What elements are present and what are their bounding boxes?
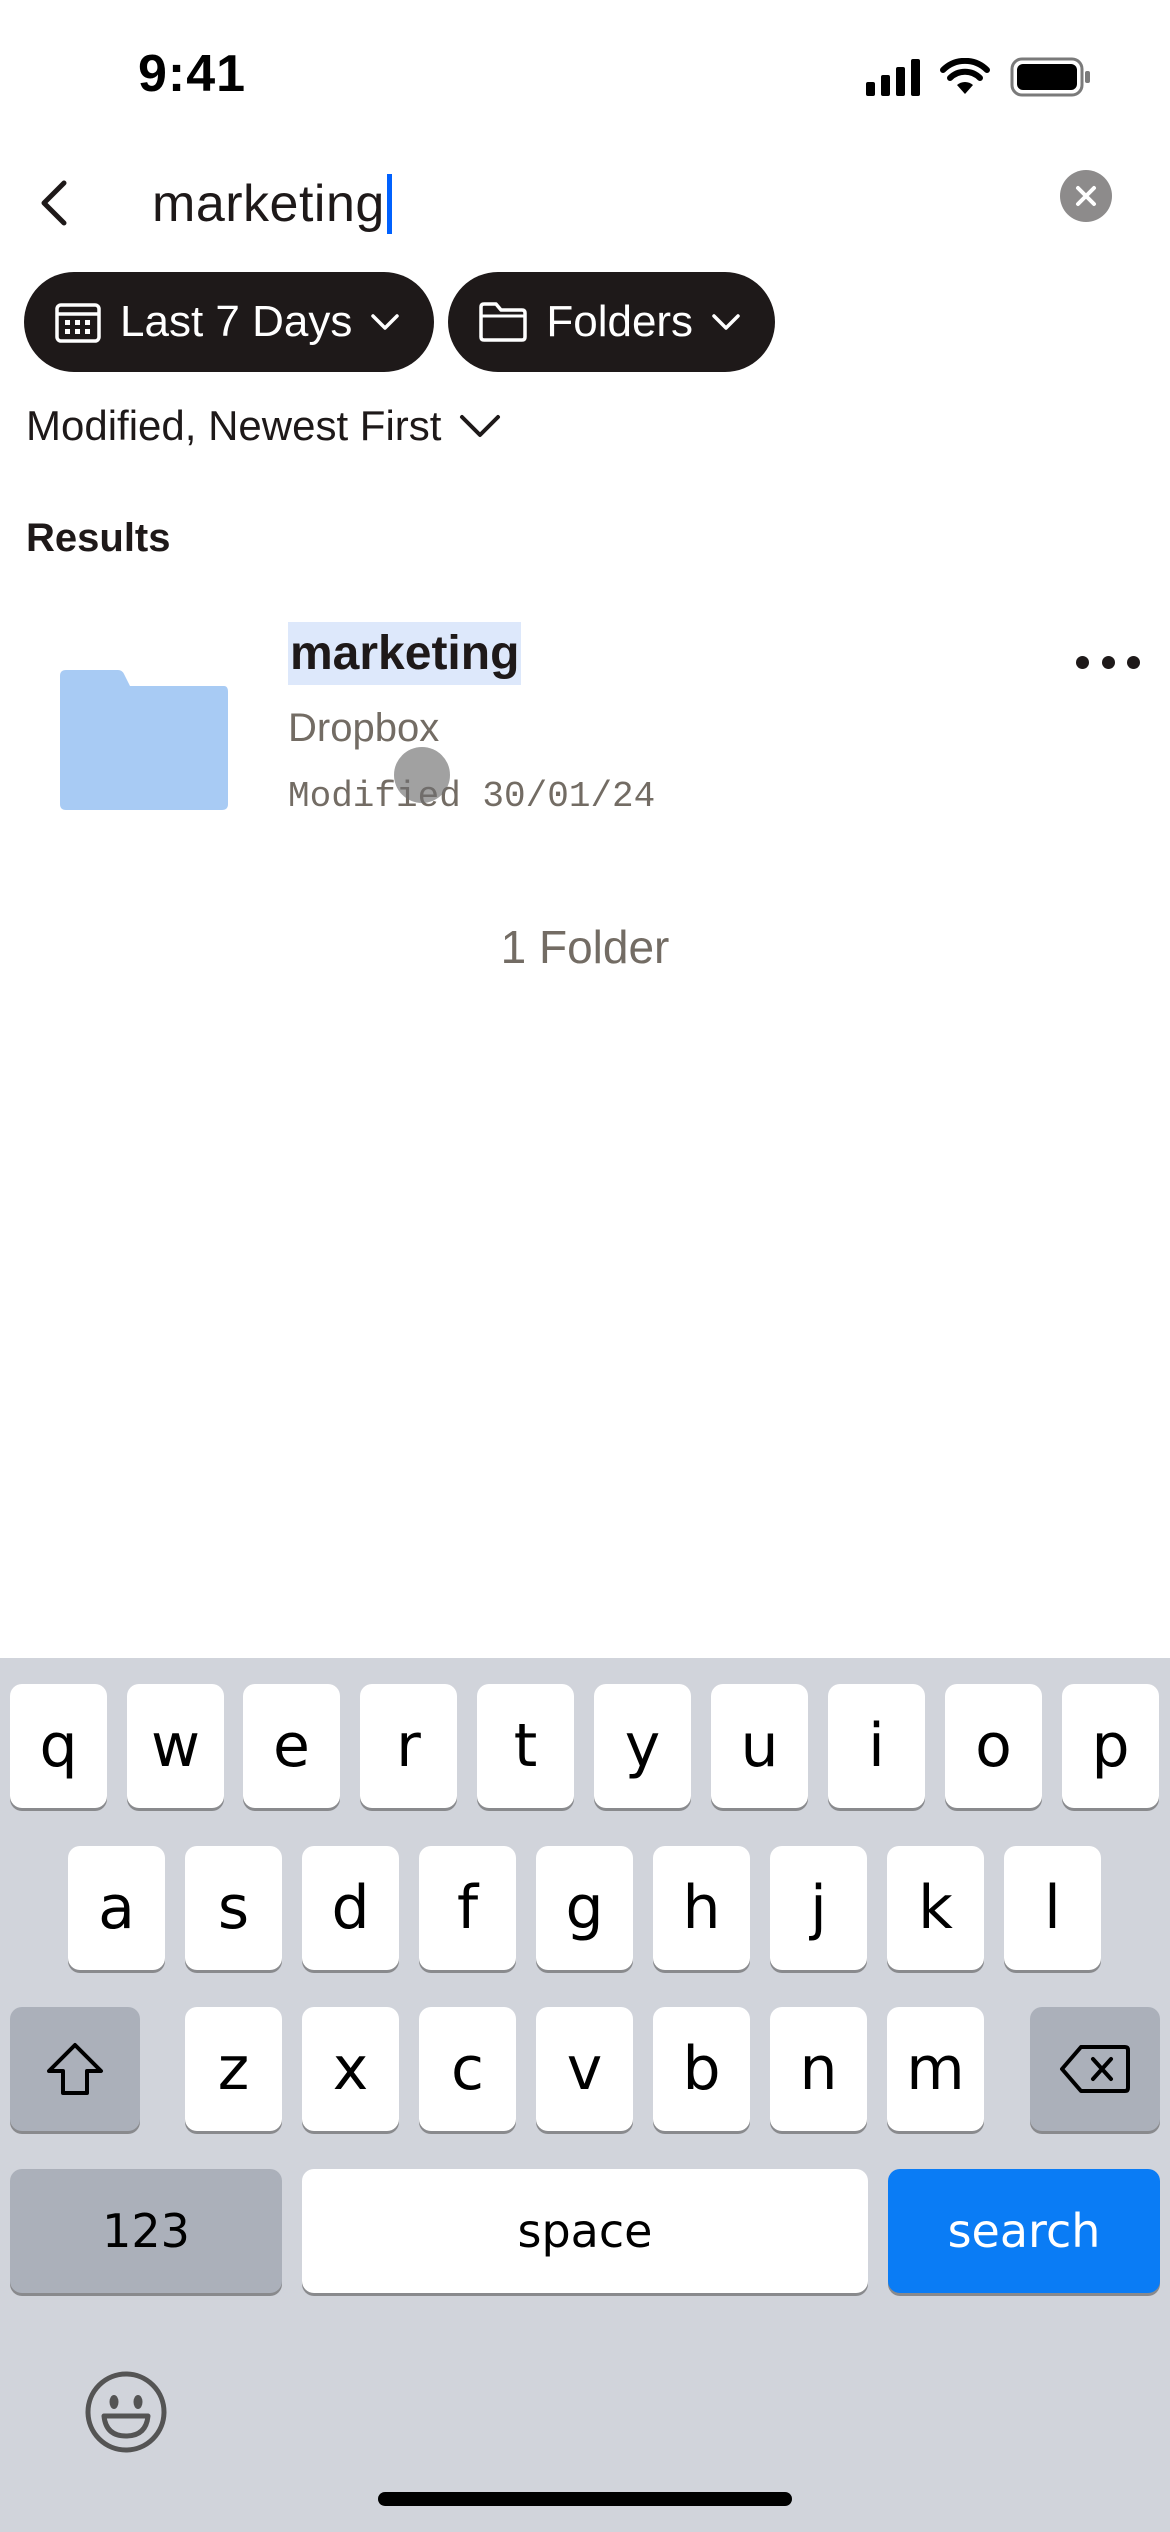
numbers-key[interactable]: 123 [10, 2169, 282, 2293]
status-icons [866, 56, 1092, 98]
chevron-down-icon [460, 415, 501, 437]
backspace-icon [1060, 2045, 1130, 2093]
search-key[interactable]: search [888, 2169, 1160, 2293]
key-o[interactable]: o [945, 1684, 1042, 1808]
sort-dropdown[interactable]: Modified, Newest First [26, 402, 501, 450]
home-indicator [378, 2492, 792, 2506]
space-key[interactable]: space [302, 2169, 868, 2293]
shift-key[interactable] [10, 2007, 140, 2131]
emoji-icon[interactable] [84, 2370, 168, 2454]
results-heading: Results [26, 516, 171, 560]
more-dot [1127, 655, 1140, 669]
folder-icon [60, 670, 228, 810]
search-input[interactable]: marketing [152, 164, 392, 244]
calendar-icon [55, 303, 101, 343]
key-x[interactable]: x [302, 2007, 399, 2131]
type-filter-label: Folders [546, 297, 694, 346]
key-g[interactable]: g [536, 1846, 633, 1970]
delete-key[interactable] [1030, 2007, 1160, 2131]
date-filter-label: Last 7 Days [120, 297, 353, 346]
cellular-signal-icon [866, 58, 920, 96]
key-w[interactable]: w [127, 1684, 224, 1808]
key-r[interactable]: r [360, 1684, 457, 1808]
key-l[interactable]: l [1004, 1846, 1101, 1970]
key-y[interactable]: y [594, 1684, 691, 1808]
key-u[interactable]: u [711, 1684, 808, 1808]
text-cursor [386, 174, 392, 234]
key-t[interactable]: t [477, 1684, 574, 1808]
key-i[interactable]: i [828, 1684, 925, 1808]
search-query-text: marketing [152, 175, 385, 233]
key-e[interactable]: e [243, 1684, 340, 1808]
chevron-down-icon [712, 314, 740, 330]
chevron-left-icon [41, 180, 67, 226]
key-j[interactable]: j [770, 1846, 867, 1970]
status-time: 9:41 [138, 45, 247, 103]
wifi-icon [940, 58, 990, 94]
result-modified-date: Modified 30/01/24 [288, 776, 656, 817]
type-filter-chip[interactable]: Folders [448, 272, 776, 372]
date-filter-chip[interactable]: Last 7 Days [24, 272, 435, 372]
filter-bar: Last 7 Days Folders [24, 272, 776, 372]
close-icon [1076, 186, 1096, 206]
list-item[interactable]: marketing Dropbox Modified 30/01/24 [0, 610, 1170, 840]
result-location: Dropbox [288, 706, 440, 750]
more-dot [1076, 655, 1089, 669]
folder-icon [479, 302, 528, 342]
shift-arrow-icon [47, 2043, 103, 2095]
key-k[interactable]: k [887, 1846, 984, 1970]
key-s[interactable]: s [185, 1846, 282, 1970]
search-header: marketing [0, 150, 1170, 260]
key-h[interactable]: h [653, 1846, 750, 1970]
back-button[interactable] [22, 172, 84, 234]
battery-icon [1010, 57, 1090, 97]
more-options-button[interactable] [1076, 642, 1140, 682]
sort-label: Modified, Newest First [26, 402, 442, 449]
key-d[interactable]: d [302, 1846, 399, 1970]
key-z[interactable]: z [185, 2007, 282, 2131]
touch-indicator [394, 747, 450, 803]
result-name: marketing [288, 622, 522, 685]
key-p[interactable]: p [1062, 1684, 1159, 1808]
key-a[interactable]: a [68, 1846, 165, 1970]
key-v[interactable]: v [536, 2007, 633, 2131]
more-dot [1101, 655, 1115, 669]
key-b[interactable]: b [653, 2007, 750, 2131]
result-count: 1 Folder [500, 921, 670, 973]
key-m[interactable]: m [887, 2007, 984, 2131]
chevron-down-icon [371, 314, 400, 330]
key-n[interactable]: n [770, 2007, 867, 2131]
clear-search-button[interactable] [1060, 170, 1112, 222]
key-f[interactable]: f [419, 1846, 516, 1970]
key-c[interactable]: c [419, 2007, 516, 2131]
key-q[interactable]: q [10, 1684, 107, 1808]
status-bar: 9:41 [0, 0, 1170, 150]
